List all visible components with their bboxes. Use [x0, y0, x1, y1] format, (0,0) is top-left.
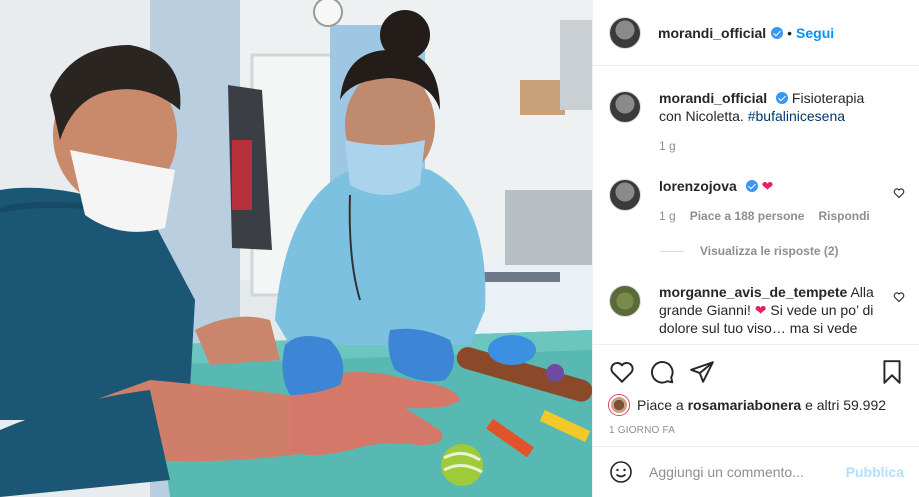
caption-time[interactable]: 1 g [659, 137, 676, 155]
heart-outline-icon[interactable] [609, 359, 635, 385]
bookmark-icon[interactable] [879, 359, 905, 385]
paper-plane-icon[interactable] [689, 359, 715, 385]
heart-emoji: ❤ [754, 302, 767, 318]
caption-hashtag[interactable]: #bufalinicesena [748, 108, 845, 124]
post-header: morandi_official • Segui [593, 0, 919, 66]
physiotherapy-photo [0, 0, 592, 497]
smiley-icon[interactable] [609, 460, 633, 484]
comment-input[interactable] [649, 464, 846, 480]
header-username[interactable]: morandi_official [658, 25, 766, 41]
comment-like-icon[interactable] [893, 291, 905, 303]
verified-badge-icon [745, 180, 758, 192]
comment-username[interactable]: lorenzojova [659, 178, 737, 194]
comment-time[interactable]: 1 g [659, 207, 676, 225]
comment-item: lorenzojova ❤ 1 g Piace a 188 persone Ri… [609, 177, 909, 225]
publish-button[interactable]: Pubblica [846, 464, 904, 480]
view-replies-label: Visualizza le risposte (2) [700, 244, 839, 258]
liker-avatar [609, 395, 629, 415]
commenter-avatar[interactable] [609, 179, 641, 211]
caption: morandi_official Fisioterapia con Nicole… [609, 89, 909, 155]
verified-badge-icon [771, 26, 784, 39]
reply-button[interactable]: Rispondi [818, 207, 869, 225]
header-separator: • [787, 24, 793, 41]
likes-count[interactable]: e altri 59.992 [805, 397, 886, 413]
speech-bubble-icon[interactable] [649, 359, 675, 385]
likes-prefix: Piace a [637, 397, 684, 413]
heart-emoji: ❤ [761, 178, 774, 194]
caption-username[interactable]: morandi_official [659, 90, 767, 106]
commenter-avatar[interactable] [609, 285, 641, 317]
comment-item: morganne_avis_de_tempete Alla grande Gia… [609, 283, 909, 337]
liker-username[interactable]: rosamariabonera [688, 397, 802, 413]
view-replies-button[interactable]: Visualizza le risposte (2) [660, 244, 839, 258]
instagram-post: morandi_official • Segui morandi_officia… [0, 0, 919, 497]
post-date[interactable]: 1 GIORNO FA [609, 425, 675, 436]
profile-avatar[interactable] [609, 16, 641, 49]
post-side-panel: morandi_official • Segui morandi_officia… [592, 0, 919, 497]
likes-summary[interactable]: Piace a rosamariabonera e altri 59.992 [609, 395, 886, 415]
comment-like-icon[interactable] [893, 187, 905, 199]
caption-avatar[interactable] [609, 91, 641, 123]
post-actions: Piace a rosamariabonera e altri 59.992 1… [593, 344, 919, 446]
comment-likes[interactable]: Piace a 188 persone [690, 207, 805, 225]
comment-username[interactable]: morganne_avis_de_tempete [659, 284, 847, 300]
follow-button[interactable]: Segui [796, 25, 834, 41]
comments-list[interactable]: morandi_official Fisioterapia con Nicole… [593, 67, 919, 344]
verified-badge-icon [776, 92, 789, 104]
post-photo[interactable] [0, 0, 592, 497]
comment-composer: Pubblica [593, 446, 919, 497]
